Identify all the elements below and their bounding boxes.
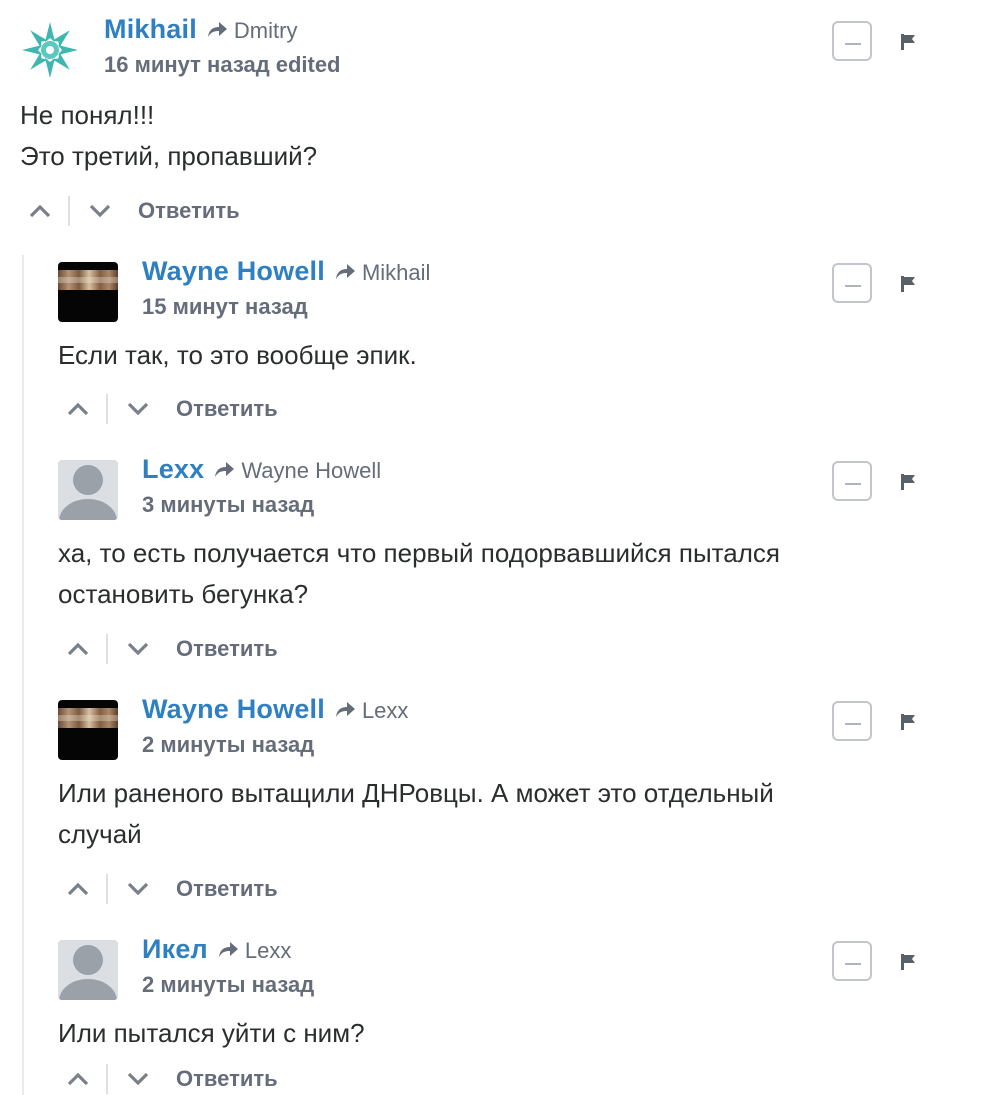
parent-author[interactable]: Wayne Howell <box>241 458 381 484</box>
comment-line: Или пытался уйти с ним? <box>58 1018 365 1048</box>
comment-text: ха, то есть получается что первый подорв… <box>58 533 780 615</box>
collapse-button[interactable] <box>832 461 872 501</box>
comment-line: Если так, то это вообще эпик. <box>58 340 417 370</box>
avatar[interactable] <box>58 460 118 520</box>
minus-icon <box>845 963 861 965</box>
downvote-icon[interactable] <box>126 880 150 898</box>
comment-line: Или раненого вытащили ДНРовцы. А может э… <box>58 778 774 808</box>
reply-button[interactable]: Ответить <box>176 876 278 902</box>
collapse-button[interactable] <box>832 701 872 741</box>
comment-actions: Ответить <box>28 196 240 226</box>
comment-line: Это третий, пропавший? <box>20 141 318 171</box>
vote-divider <box>106 1064 108 1094</box>
thread-line <box>22 255 24 1095</box>
comment-text: Не понял!!! Это третий, пропавший? <box>20 95 317 177</box>
flag-icon[interactable] <box>900 473 916 491</box>
vote-divider <box>106 874 108 904</box>
collapse-button[interactable] <box>832 263 872 303</box>
minus-icon <box>845 43 861 45</box>
minus-icon <box>845 483 861 485</box>
timestamp[interactable]: 16 минут назад <box>104 52 270 77</box>
downvote-icon[interactable] <box>126 400 150 418</box>
upvote-icon[interactable] <box>28 202 52 220</box>
comment-line: Не понял!!! <box>20 100 155 130</box>
reply-arrow-icon <box>207 22 227 37</box>
parent-author[interactable]: Mikhail <box>362 260 430 286</box>
flag-icon[interactable] <box>900 275 916 293</box>
downvote-icon[interactable] <box>126 640 150 658</box>
author-name[interactable]: Mikhail <box>104 14 197 45</box>
vote-divider <box>106 394 108 424</box>
comment-actions: Ответить <box>66 1064 278 1094</box>
parent-author[interactable]: Dmitry <box>234 18 298 44</box>
comment-line: остановить бегунка? <box>58 579 309 609</box>
flag-icon[interactable] <box>900 713 916 731</box>
comment-actions: Ответить <box>66 394 278 424</box>
parent-author[interactable]: Lexx <box>245 938 291 964</box>
avatar[interactable] <box>58 262 118 322</box>
avatar-head <box>73 465 103 495</box>
parent-author[interactable]: Lexx <box>362 698 408 724</box>
reply-button[interactable]: Ответить <box>138 198 240 224</box>
edited-label: edited <box>275 52 341 77</box>
comment-text: Или раненого вытащили ДНРовцы. А может э… <box>58 773 774 855</box>
snowflake-icon <box>22 22 78 78</box>
reply-arrow-icon <box>215 462 235 477</box>
minus-icon <box>845 723 861 725</box>
flag-icon[interactable] <box>900 953 916 971</box>
avatar[interactable] <box>20 20 80 80</box>
avatar-shoulders <box>59 499 117 520</box>
minus-icon <box>845 285 861 287</box>
photo-strip <box>58 277 118 283</box>
timestamp[interactable]: 15 минут назад <box>142 294 308 319</box>
comment-text: Или пытался уйти с ним? <box>58 1013 365 1054</box>
downvote-icon[interactable] <box>88 202 112 220</box>
upvote-icon[interactable] <box>66 1070 90 1088</box>
upvote-icon[interactable] <box>66 880 90 898</box>
comment-text: Если так, то это вообще эпик. <box>58 335 417 376</box>
reply-arrow-icon <box>335 264 355 279</box>
vote-divider <box>68 196 70 226</box>
timestamp[interactable]: 2 минуты назад <box>142 972 314 997</box>
comment-line: случай <box>58 819 142 849</box>
upvote-icon[interactable] <box>66 640 90 658</box>
reply-arrow-icon <box>335 702 355 717</box>
vote-divider <box>106 634 108 664</box>
timestamp[interactable]: 3 минуты назад <box>142 492 314 517</box>
upvote-icon[interactable] <box>66 400 90 418</box>
reply-button[interactable]: Ответить <box>176 636 278 662</box>
comment-actions: Ответить <box>66 874 278 904</box>
reply-arrow-icon <box>218 942 238 957</box>
author-name[interactable]: Икел <box>142 934 208 965</box>
reply-button[interactable]: Ответить <box>176 396 278 422</box>
timestamp[interactable]: 2 минуты назад <box>142 732 314 757</box>
avatar[interactable] <box>58 940 118 1000</box>
photo-strip <box>58 715 118 721</box>
author-name[interactable]: Wayne Howell <box>142 694 325 725</box>
downvote-icon[interactable] <box>126 1070 150 1088</box>
collapse-button[interactable] <box>832 941 872 981</box>
collapse-button[interactable] <box>832 21 872 61</box>
avatar-head <box>73 945 103 975</box>
flag-icon[interactable] <box>900 33 916 51</box>
comment-actions: Ответить <box>66 634 278 664</box>
avatar-shoulders <box>59 979 117 1000</box>
comment-line: ха, то есть получается что первый подорв… <box>58 538 780 568</box>
reply-button[interactable]: Ответить <box>176 1066 278 1092</box>
author-name[interactable]: Lexx <box>142 454 204 485</box>
author-name[interactable]: Wayne Howell <box>142 256 325 287</box>
avatar[interactable] <box>58 700 118 760</box>
